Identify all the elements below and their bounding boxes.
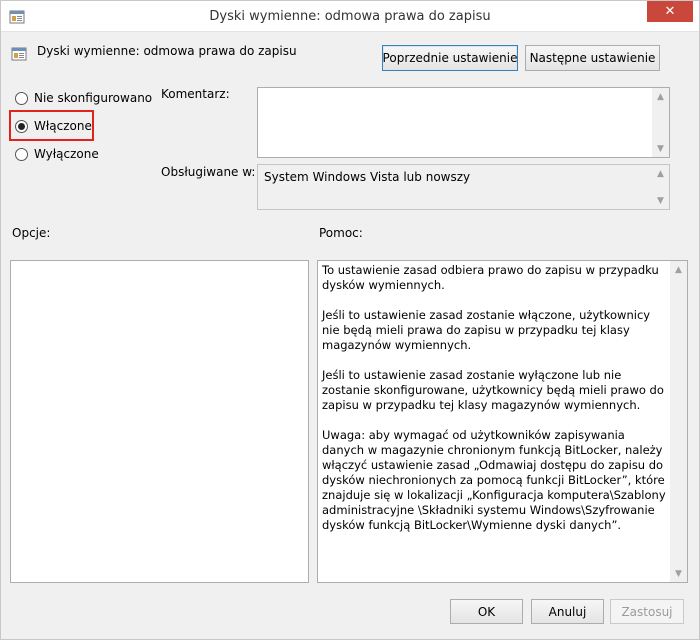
radio-enabled-indicator[interactable] (15, 119, 28, 133)
scroll-up-icon[interactable]: ▲ (652, 88, 669, 105)
supported-on-value: System Windows Vista lub nowszy (264, 170, 471, 184)
comment-textarea[interactable]: ▲ ▼ (257, 87, 670, 158)
radio-not-configured-label: Nie skonfigurowano (34, 91, 153, 105)
radio-not-configured[interactable]: Nie skonfigurowano (15, 91, 152, 105)
ok-button[interactable]: OK (450, 599, 523, 624)
help-paragraph: Jeśli to ustawienie zasad zostanie włącz… (322, 308, 651, 352)
close-icon: ✕ (664, 4, 676, 19)
supported-scrollbar[interactable]: ▲ ▼ (652, 165, 669, 209)
help-paragraph: To ustawienie zasad odbiera prawo do zap… (322, 263, 659, 292)
options-label: Opcje: (12, 226, 51, 240)
radio-enabled[interactable]: Włączone (15, 119, 92, 133)
close-button[interactable]: ✕ (647, 1, 693, 22)
window-title: Dyski wymienne: odmowa prawa do zapisu (209, 9, 491, 24)
help-text: To ustawienie zasad odbiera prawo do zap… (322, 263, 667, 548)
radio-not-configured-indicator[interactable] (15, 91, 28, 105)
policy-name: Dyski wymienne: odmowa prawa do zapisu (37, 44, 297, 58)
radio-disabled[interactable]: Wyłączone (15, 147, 99, 161)
policy-setting-icon (11, 47, 27, 61)
scroll-up-icon[interactable]: ▲ (670, 261, 687, 278)
help-label: Pomoc: (319, 226, 363, 240)
help-paragraph: Jeśli to ustawienie zasad zostanie wyłąc… (322, 368, 664, 412)
comment-label: Komentarz: (161, 87, 230, 101)
title-bar[interactable]: Dyski wymienne: odmowa prawa do zapisu ✕ (1, 1, 699, 32)
options-panel (10, 260, 309, 583)
radio-disabled-indicator[interactable] (15, 147, 28, 161)
apply-button[interactable]: Zastosuj (610, 599, 684, 624)
help-scrollbar[interactable]: ▲ ▼ (670, 261, 687, 582)
scroll-down-icon[interactable]: ▼ (670, 565, 687, 582)
next-setting-button[interactable]: Następne ustawienie (525, 45, 660, 71)
radio-disabled-label: Wyłączone (34, 147, 99, 161)
supported-on-label: Obsługiwane w: (161, 165, 256, 179)
scroll-up-icon[interactable]: ▲ (652, 165, 669, 182)
radio-enabled-label: Włączone (34, 119, 92, 133)
scroll-down-icon[interactable]: ▼ (652, 140, 669, 157)
policy-dialog: Dyski wymienne: odmowa prawa do zapisu ✕… (0, 0, 700, 640)
supported-on-field: System Windows Vista lub nowszy ▲ ▼ (257, 164, 670, 210)
help-panel[interactable]: To ustawienie zasad odbiera prawo do zap… (317, 260, 688, 583)
comment-scrollbar[interactable]: ▲ ▼ (652, 88, 669, 157)
cancel-button[interactable]: Anuluj (531, 599, 604, 624)
help-paragraph: Uwaga: aby wymagać od użytkowników zapis… (322, 428, 666, 532)
previous-setting-button[interactable]: Poprzednie ustawienie (382, 45, 518, 71)
scroll-down-icon[interactable]: ▼ (652, 192, 669, 209)
